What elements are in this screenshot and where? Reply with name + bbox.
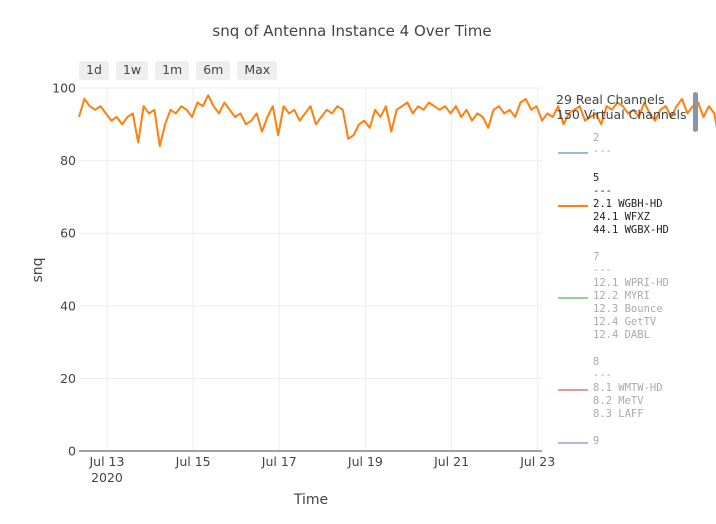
legend-swatch-line-icon [558,205,588,207]
legend-virtual-channels: 150 Virtual Channels [556,107,687,122]
legend-item-channel-5[interactable]: 5 --- 2.1 WGBH-HD 24.1 WFXZ 44.1 WGBX-HD [556,172,696,237]
y-tick-label: 0 [68,444,76,459]
x-tick-label: Jul 13 [89,454,125,469]
y-tick-label: 80 [60,153,76,168]
y-tick-label: 100 [52,81,76,96]
y-tick-label: 20 [60,371,76,386]
x-tick-label: Jul 21 [433,454,469,469]
x-tick-label: Jul 17 [261,454,297,469]
legend-item-channel-7[interactable]: 7 --- 12.1 WPRI-HD 12.2 MYRI 12.3 Bounce… [556,251,696,342]
legend-item-channel-9[interactable]: 9 [556,435,696,448]
grid-lines [79,87,542,451]
legend-swatch-line-icon [558,389,588,391]
x-tick-label: Jul 19 [347,454,383,469]
legend-item-label: 8 --- 8.1 WMTW-HD 8.2 MeTV 8.3 LAFF [593,356,663,420]
legend-item-channel-8[interactable]: 8 --- 8.1 WMTW-HD 8.2 MeTV 8.3 LAFF [556,356,696,421]
x-axis-ticks: Jul 132020 Jul 15 Jul 17 Jul 19 Jul 21 Jul 23 [89,454,556,485]
legend-swatch-line-icon [558,297,588,299]
y-tick-label: 40 [60,298,76,313]
legend-real-channels: 29 Real Channels [556,92,665,107]
legend-item-label: 2 --- [593,132,612,157]
y-tick-label: 60 [60,226,76,241]
legend-swatch-line-icon [558,442,588,444]
x-axis-title: Time [293,492,328,508]
legend-scrollbar[interactable] [693,92,698,132]
legend-swatch-line-icon [558,152,588,154]
x-tick-label: Jul 15 [175,454,211,469]
legend-item-label: 5 --- 2.1 WGBH-HD 24.1 WFXZ 44.1 WGBX-HD [593,172,669,236]
y-axis-title: snq [30,257,46,282]
legend-item-channel-2[interactable]: 2 --- [556,132,696,158]
legend-item-label: 9 [593,435,600,447]
y-axis-ticks: 0 20 40 60 80 100 [52,81,76,459]
x-tick-label: Jul 23 [519,454,555,469]
x-tick-sublabel: 2020 [91,470,123,485]
legend: 29 Real Channels 150 Virtual Channels 2 … [556,92,696,452]
legend-item-label: 7 --- 12.1 WPRI-HD 12.2 MYRI 12.3 Bounce… [593,251,669,341]
legend-entries: 2 --- 5 --- 2.1 WGBH-HD 24.1 WFXZ 44.1 WG… [556,132,696,448]
